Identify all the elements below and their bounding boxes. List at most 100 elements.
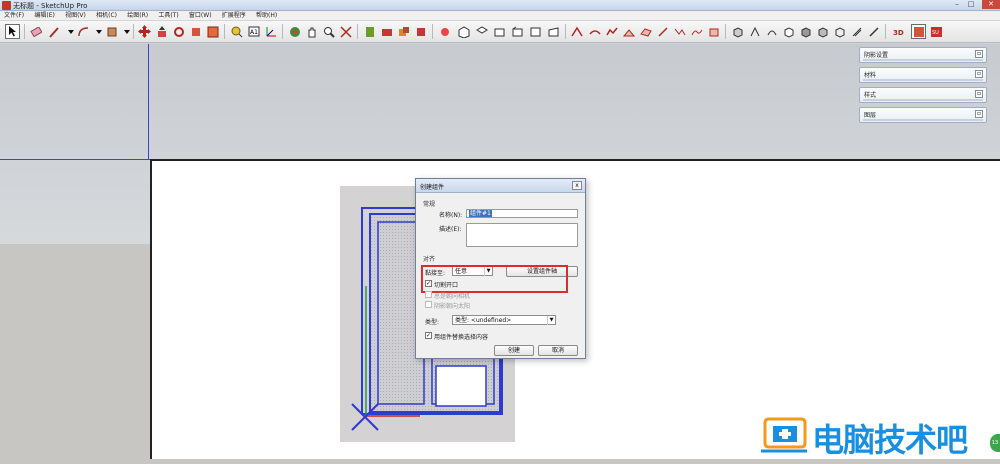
- type-select[interactable]: 类型: <undefined> ▼: [452, 315, 556, 325]
- front-view-icon[interactable]: [492, 24, 507, 39]
- close-window-button[interactable]: ✕: [982, 0, 1000, 9]
- top-view-icon[interactable]: [474, 24, 489, 39]
- dialog-title-bar[interactable]: 创建组件 x: [416, 179, 585, 193]
- svg-text:3D: 3D: [893, 29, 904, 37]
- select-tool-icon[interactable]: [5, 24, 20, 39]
- type-value: 类型: <undefined>: [455, 317, 512, 324]
- hidden-line-style-icon[interactable]: [781, 24, 796, 39]
- iso-view-icon[interactable]: [456, 24, 471, 39]
- tape-measure-tool-icon[interactable]: [229, 24, 244, 39]
- scale-tool-icon[interactable]: [205, 24, 220, 39]
- menu-window[interactable]: 窗口(W): [185, 11, 216, 21]
- menu-tools[interactable]: 工具(T): [154, 11, 182, 21]
- components-icon[interactable]: [396, 24, 411, 39]
- maximize-button[interactable]: □: [964, 0, 978, 9]
- left-view-icon[interactable]: [546, 24, 561, 39]
- section-plane-icon[interactable]: [437, 24, 452, 39]
- dialog-title: 创建组件: [420, 184, 445, 191]
- rotate-tool-icon[interactable]: [171, 24, 186, 39]
- ruby-console-icon[interactable]: [911, 24, 926, 39]
- axes-tool-icon[interactable]: [263, 24, 278, 39]
- back-edges-style-icon[interactable]: [747, 24, 762, 39]
- section-general: 常规: [423, 201, 436, 208]
- watermark: 电脑技术吧: [757, 413, 997, 459]
- sandbox-from-contours-icon[interactable]: [569, 24, 584, 39]
- dialog-body: 常规 名称(N): 组件#1 描述(E): 对齐 黏接至: 任意 ▼ 设置组件轴…: [416, 193, 585, 360]
- create-button[interactable]: 创建: [494, 345, 534, 356]
- text-tool-icon[interactable]: A1: [246, 24, 261, 39]
- tray-item-bar: [863, 59, 983, 61]
- tray-layers[interactable]: 图层 ▫: [859, 107, 987, 123]
- section-alignment: 对齐: [423, 256, 436, 263]
- menu-file[interactable]: 文件(F): [0, 11, 28, 21]
- tray-item-bar: [863, 79, 983, 81]
- arc-tool-icon[interactable]: [76, 24, 91, 39]
- extension-warehouse-icon[interactable]: [413, 24, 428, 39]
- share-model-icon[interactable]: [379, 24, 394, 39]
- collapse-icon[interactable]: ▫: [975, 50, 983, 58]
- menu-edit[interactable]: 编辑(E): [30, 11, 58, 21]
- stamp-icon[interactable]: [621, 24, 636, 39]
- collapse-icon[interactable]: ▫: [975, 110, 983, 118]
- horizon-axis-line: [0, 159, 151, 160]
- smoove-icon[interactable]: [604, 24, 619, 39]
- lines-style-icon[interactable]: [849, 24, 864, 39]
- cancel-button[interactable]: 取消: [538, 345, 578, 356]
- add-detail-icon[interactable]: [655, 24, 670, 39]
- flip-edge-icon[interactable]: [672, 24, 687, 39]
- rectangle-tool-icon[interactable]: [104, 24, 119, 39]
- watermark-text: 电脑技术吧: [812, 421, 968, 459]
- orbit-tool-icon[interactable]: [287, 24, 302, 39]
- pan-tool-icon[interactable]: [304, 24, 319, 39]
- right-view-icon[interactable]: [510, 24, 525, 39]
- menu-help[interactable]: 帮助(H): [252, 11, 281, 21]
- sandbox-from-scratch-icon[interactable]: [587, 24, 602, 39]
- shape-dropdown-icon[interactable]: [119, 24, 134, 39]
- menu-draw[interactable]: 绘图(R): [123, 11, 152, 21]
- sketchup-extra-icon[interactable]: SU: [929, 24, 944, 39]
- tray-item-label: 样式: [864, 92, 877, 99]
- monochrome-style-icon[interactable]: [832, 24, 847, 39]
- follow-me-tool-icon[interactable]: [188, 24, 203, 39]
- eraser-tool-icon[interactable]: [28, 24, 43, 39]
- sandbox-extra-icon[interactable]: [706, 24, 721, 39]
- drape-icon[interactable]: [638, 24, 653, 39]
- description-field[interactable]: [466, 223, 578, 247]
- tray-shadow-settings[interactable]: 阴影设置 ▫: [859, 47, 987, 63]
- move-tool-icon[interactable]: [137, 24, 152, 39]
- window-title: 无标题 - SketchUp Pro: [13, 2, 88, 10]
- menu-bar: 文件(F) 编辑(E) 视图(V) 相机(C) 绘图(R) 工具(T) 窗口(W…: [0, 11, 1000, 21]
- 3d-text-icon[interactable]: 3D: [892, 24, 907, 39]
- back-view-icon[interactable]: [528, 24, 543, 39]
- shadows-face-sun-checkbox[interactable]: [425, 301, 432, 308]
- wireframe-style-icon[interactable]: [764, 24, 779, 39]
- menu-camera[interactable]: 相机(C): [92, 11, 121, 21]
- terrain-icon[interactable]: [689, 24, 704, 39]
- tray-materials[interactable]: 材料 ▫: [859, 67, 987, 83]
- shaded-textures-style-icon[interactable]: [815, 24, 830, 39]
- sketch-style-icon[interactable]: [866, 24, 881, 39]
- menu-extensions[interactable]: 扩展程序: [218, 11, 250, 21]
- collapse-icon[interactable]: ▫: [975, 90, 983, 98]
- push-pull-tool-icon[interactable]: [154, 24, 169, 39]
- pencil-tool-icon[interactable]: [46, 24, 61, 39]
- replace-selection-checkbox[interactable]: ✓: [425, 332, 432, 339]
- tray-styles[interactable]: 样式 ▫: [859, 87, 987, 103]
- name-label: 名称(N):: [439, 212, 463, 219]
- menu-view[interactable]: 视图(V): [61, 11, 90, 21]
- zoom-extents-tool-icon[interactable]: [338, 24, 353, 39]
- always-face-camera-checkbox[interactable]: [425, 291, 432, 298]
- dialog-close-button[interactable]: x: [572, 181, 582, 190]
- xray-style-icon[interactable]: [730, 24, 745, 39]
- zoom-tool-icon[interactable]: [321, 24, 336, 39]
- tray-item-label: 材料: [864, 72, 877, 79]
- collapse-icon[interactable]: ▫: [975, 70, 983, 78]
- warehouse-icon[interactable]: [362, 24, 377, 39]
- name-field[interactable]: 组件#1: [466, 209, 578, 218]
- shaded-style-icon[interactable]: [798, 24, 813, 39]
- always-face-camera-label: 总是朝向相机: [434, 293, 471, 300]
- svg-text:A1: A1: [250, 29, 258, 36]
- tray-item-bar: [863, 99, 983, 101]
- minimize-button[interactable]: –: [950, 0, 964, 9]
- tray-item-label: 图层: [864, 112, 877, 119]
